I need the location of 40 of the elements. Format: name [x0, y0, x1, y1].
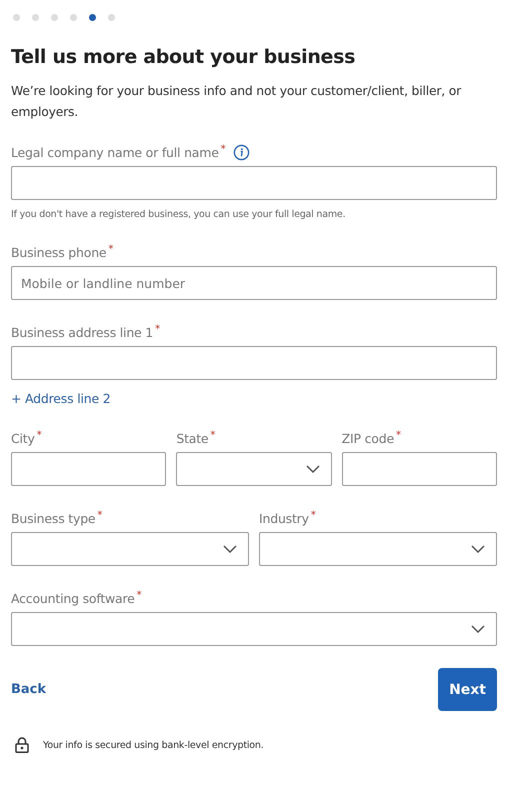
lock-icon: [15, 737, 29, 753]
page-heading: Tell us more about your business: [11, 46, 356, 68]
chevron-down-icon: [471, 625, 485, 633]
field-label: Industry: [259, 510, 309, 526]
intro-text: We’re looking for your business info and not your customer/client, biller, or employers.: [11, 82, 462, 121]
dropdown-field[interactable]: [11, 612, 497, 646]
dropdown-field[interactable]: [176, 452, 332, 486]
required-asterisk: *: [396, 430, 401, 441]
field-label: Business type: [11, 510, 96, 526]
field-label: Business phone: [11, 244, 106, 260]
text-field[interactable]: [11, 452, 166, 486]
required-asterisk: *: [97, 510, 102, 521]
chevron-down-icon: [306, 465, 320, 473]
back-link[interactable]: Back: [11, 682, 46, 697]
field-label: Business address line 1: [11, 324, 154, 340]
required-asterisk: *: [310, 510, 316, 521]
field-label: City: [11, 430, 35, 446]
field-label: ZIP code: [342, 430, 394, 446]
text-field[interactable]: Mobile or landline number: [11, 266, 497, 300]
add-address-link[interactable]: + Address line 2: [11, 391, 110, 406]
chevron-down-icon: [223, 545, 237, 553]
chevron-down-icon: [471, 545, 485, 553]
text-field[interactable]: [342, 452, 497, 486]
field-label: Legal company name or full name: [11, 144, 219, 160]
field-label: Accounting software: [11, 590, 135, 606]
required-asterisk: *: [155, 324, 160, 335]
required-asterisk: *: [36, 430, 42, 441]
field-label: State: [176, 430, 208, 446]
text-field[interactable]: [11, 166, 497, 200]
next-button[interactable]: Next: [438, 668, 497, 711]
info-icon[interactable]: [232, 144, 250, 160]
required-asterisk: *: [220, 144, 226, 155]
dropdown-field[interactable]: [259, 532, 497, 566]
dropdown-field[interactable]: [11, 532, 249, 566]
required-asterisk: *: [108, 244, 114, 255]
help-text: If you don't have a registered business, you can use your full legal name.: [11, 209, 346, 220]
required-asterisk: *: [210, 430, 216, 441]
required-asterisk: *: [136, 590, 142, 601]
security-note: Your info is secured using bank-level encryption.: [43, 740, 264, 750]
text-field[interactable]: [11, 346, 497, 380]
